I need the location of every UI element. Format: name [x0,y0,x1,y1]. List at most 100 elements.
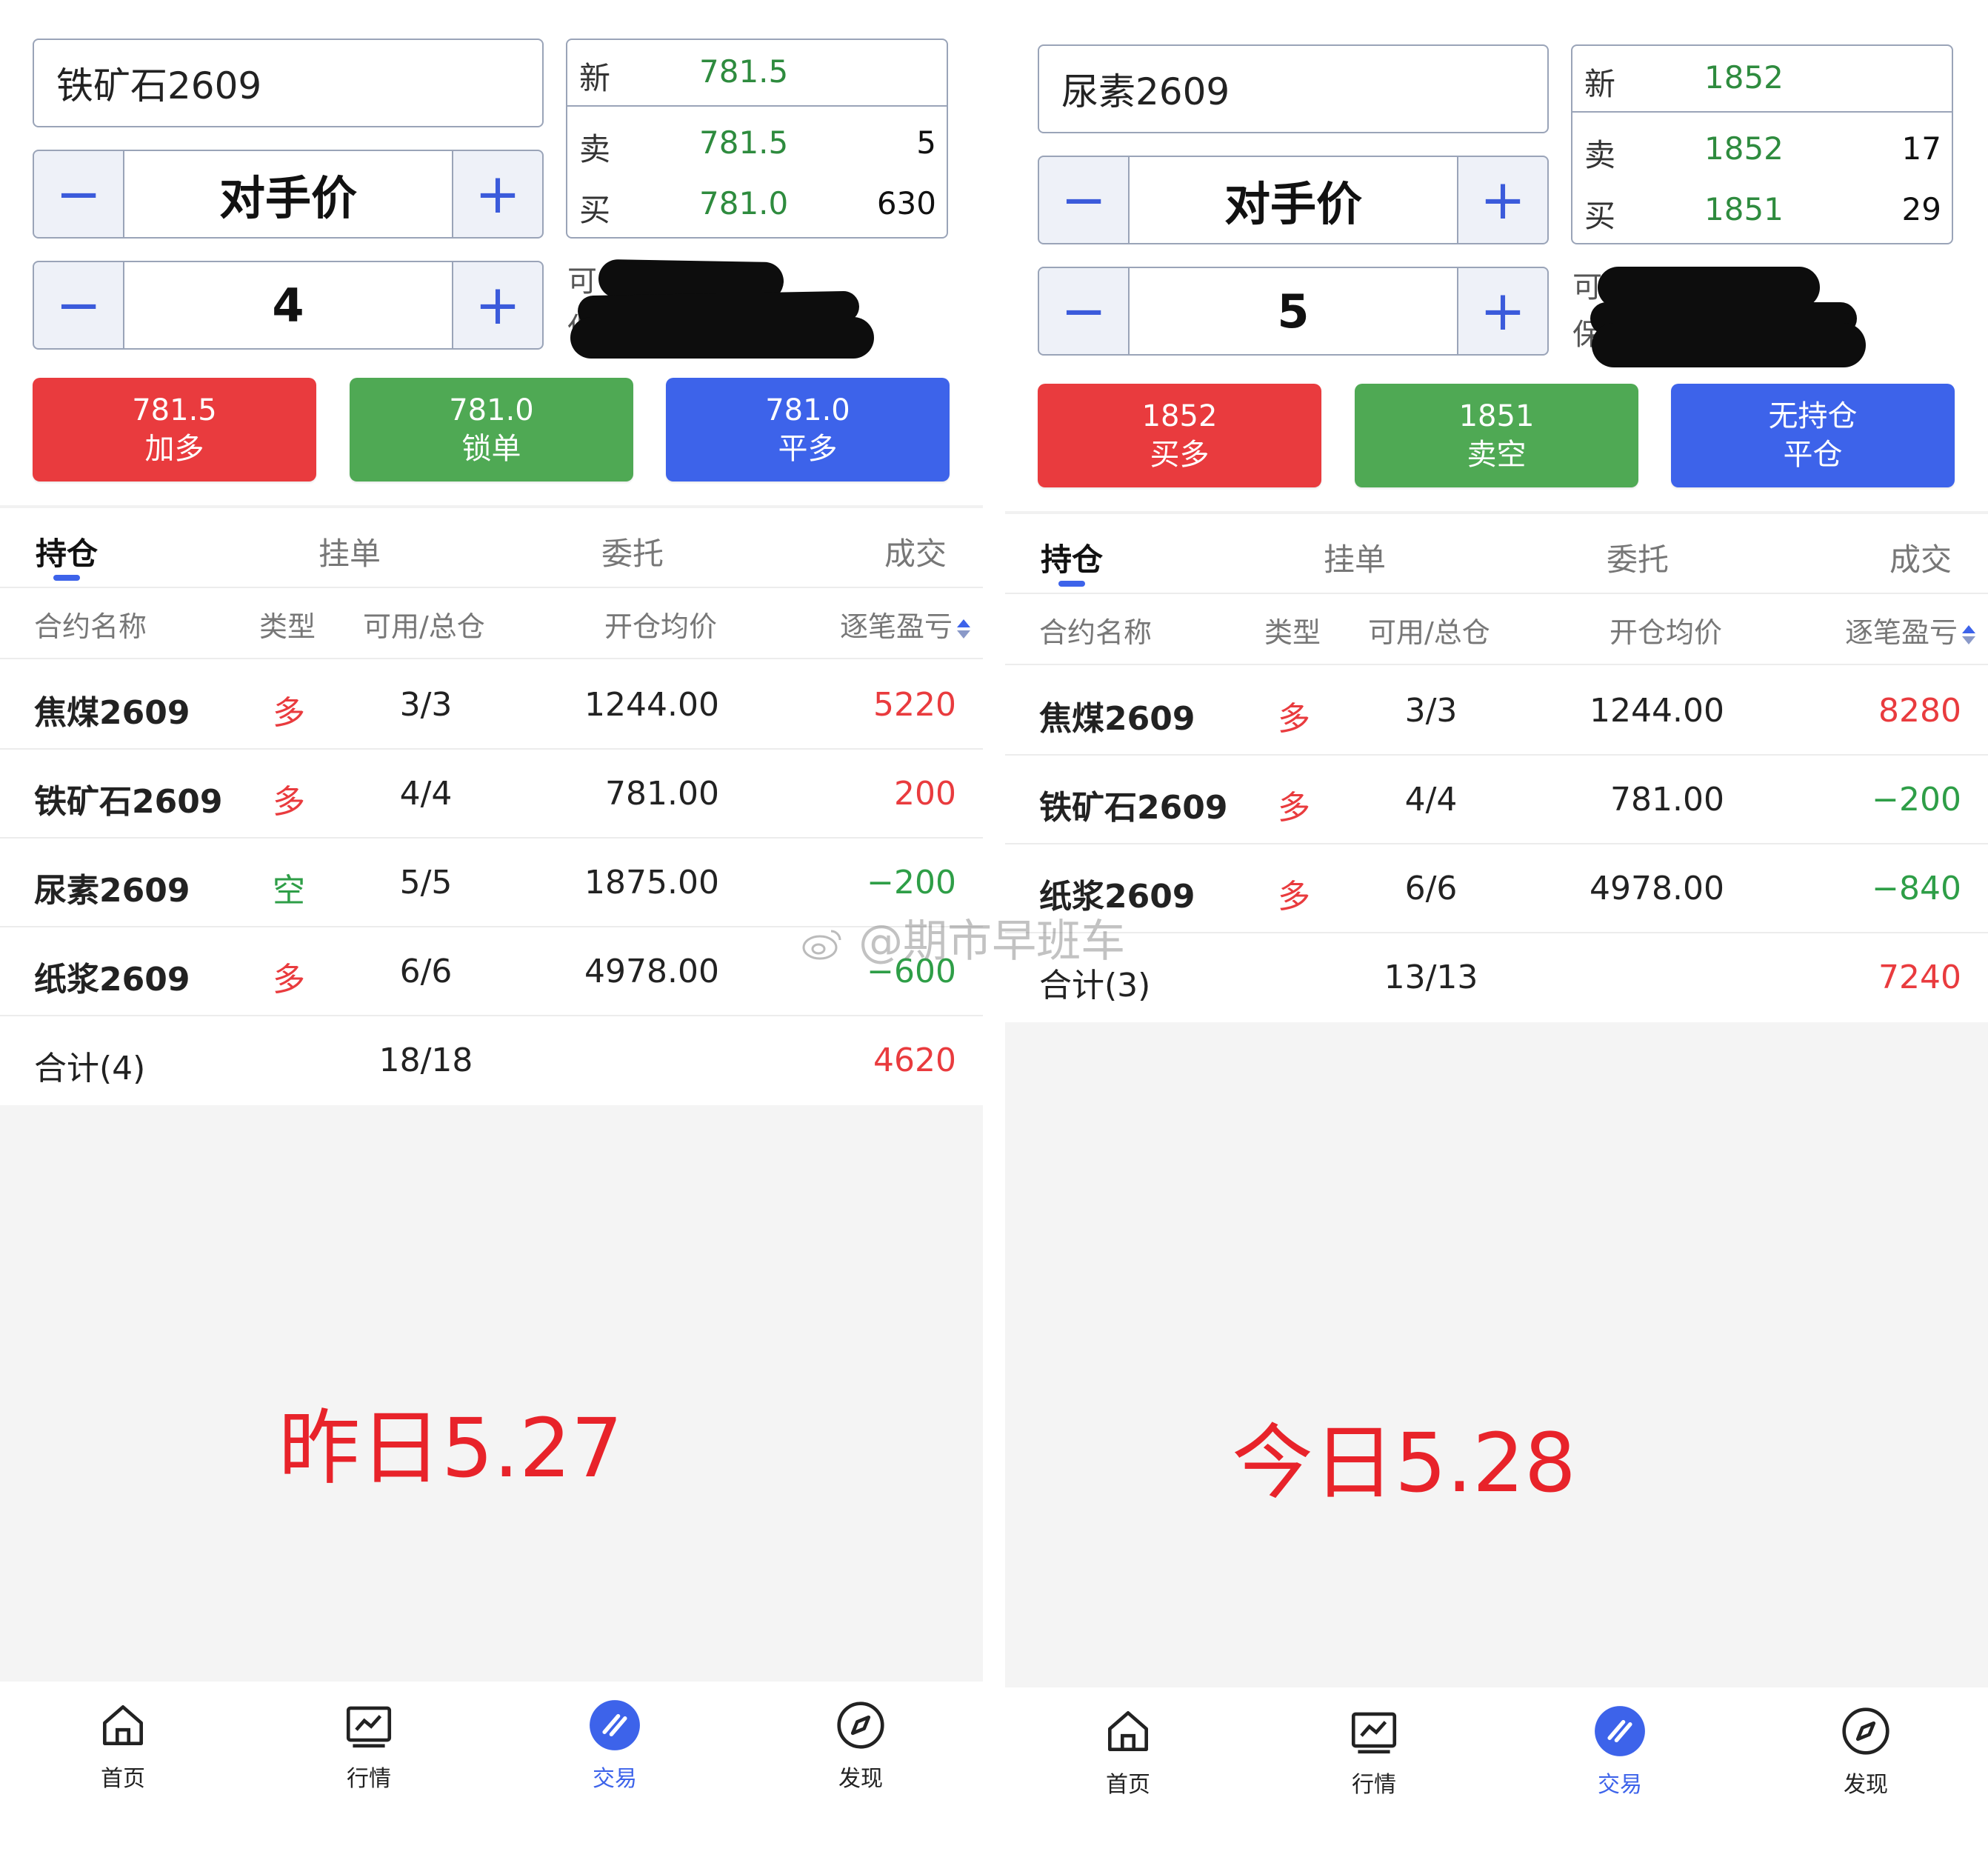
section-divider [1005,511,1988,514]
bid-label: 买 [579,192,611,228]
tabs-divider [0,587,983,588]
row-type: 多 [273,961,305,999]
bid-volume: 29 [1901,191,1941,227]
close-position-label: 平仓 [1783,438,1843,472]
close-long-button[interactable]: 781.0 平多 [666,378,950,481]
table-row[interactable]: 铁矿石2609 多 4/4 781.00 −200 [1005,754,1988,843]
active-tab-indicator [1058,581,1085,587]
nav-market[interactable]: 行情 [310,1698,428,1793]
nav-trade-label: 交易 [1598,1772,1642,1798]
add-long-button[interactable]: 781.5 加多 [33,378,316,481]
row-qty: 3/3 [399,686,453,724]
total-row: 合计(4) 18/18 4620 [0,1015,983,1104]
total-row: 合计(3) 13/13 7240 [1005,932,1988,1021]
row-qty: 5/5 [399,864,453,901]
qty-minus-button[interactable]: − [34,262,123,348]
col-type-header: 类型 [259,610,316,643]
tab-pending[interactable]: 挂单 [1324,535,1386,580]
last-price: 781.5 [699,53,789,90]
qty-plus-button[interactable]: + [453,262,542,348]
row-avg: 781.00 [1610,781,1724,819]
price-plus-button[interactable]: + [1458,157,1547,243]
row-name: 焦煤2609 [34,694,190,732]
sell-short-button[interactable]: 1851 卖空 [1355,384,1638,487]
last-label: 新 [579,60,611,96]
nav-home-label: 首页 [101,1766,145,1792]
nav-trade[interactable]: 交易 [556,1698,674,1793]
nav-trade-label: 交易 [593,1766,637,1792]
row-qty: 3/3 [1404,692,1458,730]
tab-pending[interactable]: 挂单 [318,529,381,574]
chart-icon [346,1706,392,1748]
price-plus-button[interactable]: + [453,151,542,237]
sell-short-price: 1851 [1458,399,1535,433]
nav-discover[interactable]: 发现 [1807,1704,1925,1799]
buy-long-price: 1852 [1141,399,1218,433]
nav-discover-label: 发现 [1844,1772,1888,1798]
table-row[interactable]: 焦煤2609 多 3/3 1244.00 8280 [1005,665,1988,754]
col-pnl-header-label: 逐笔盈亏 [1845,616,1958,649]
row-name: 纸浆2609 [34,961,190,999]
qty-minus-button[interactable]: − [1039,268,1128,354]
row-type: 多 [273,783,305,821]
ask-label: 卖 [1584,137,1616,173]
date-annotation: 今日5.28 [1232,1416,1576,1510]
tab-positions[interactable]: 持仓 [36,529,98,574]
row-avg: 781.00 [605,775,719,813]
row-type: 多 [273,694,305,732]
col-name-header: 合约名称 [34,610,147,643]
symbol-text: 铁矿石2609 [56,64,262,107]
col-pnl-header[interactable]: 逐笔盈亏 [1845,610,1976,650]
nav-discover-label: 发现 [838,1766,883,1792]
last-price: 1852 [1704,59,1784,96]
tab-orders[interactable]: 委托 [1607,535,1669,580]
symbol-field[interactable]: 尿素2609 [1038,44,1549,133]
total-qty: 13/13 [1384,959,1478,996]
nav-trade[interactable]: 交易 [1561,1704,1679,1799]
price-mode-value[interactable]: 对手价 [1128,157,1458,243]
quantity-value[interactable]: 4 [123,262,453,348]
tab-positions[interactable]: 持仓 [1041,535,1103,580]
price-minus-button[interactable]: − [1039,157,1128,243]
buy-long-label: 买多 [1150,438,1210,472]
chart-icon [1351,1712,1397,1754]
right-screenshot: 尿素2609 − 对手价 + − 5 + 新 1852 卖 1852 17 买 … [1005,0,1988,1863]
tab-orders[interactable]: 委托 [601,529,664,574]
lock-button[interactable]: 781.0 锁单 [350,378,633,481]
home-icon [103,1705,143,1745]
bid-price: 781.0 [699,185,789,221]
row-avg: 1875.00 [584,864,719,901]
symbol-text: 尿素2609 [1061,70,1230,113]
total-pnl: 4620 [873,1042,956,1079]
row-pnl: 8280 [1878,692,1961,730]
quote-divider [567,105,947,107]
price-minus-button[interactable]: − [34,151,123,237]
section-divider [0,505,983,508]
symbol-field[interactable]: 铁矿石2609 [33,39,544,127]
tab-trades[interactable]: 成交 [884,529,947,574]
row-qty: 4/4 [1404,781,1458,819]
nav-home[interactable]: 首页 [64,1698,182,1793]
nav-discover[interactable]: 发现 [801,1698,920,1793]
tabs-divider [1005,593,1988,594]
quantity-value[interactable]: 5 [1128,268,1458,354]
row-avg: 4978.00 [584,953,719,990]
lock-label: 锁单 [461,432,521,466]
qty-plus-button[interactable]: + [1458,268,1547,354]
table-row[interactable]: 铁矿石2609 多 4/4 781.00 200 [0,748,983,837]
row-pnl: −200 [867,864,956,901]
table-row[interactable]: 焦煤2609 多 3/3 1244.00 5220 [0,659,983,748]
last-label: 新 [1584,66,1616,102]
nav-market[interactable]: 行情 [1315,1704,1433,1799]
close-position-button[interactable]: 无持仓 平仓 [1671,384,1955,487]
total-label: 合计(4) [34,1050,146,1087]
buy-long-button[interactable]: 1852 买多 [1038,384,1321,487]
price-mode-value[interactable]: 对手价 [123,151,453,237]
col-avg-header: 开仓均价 [604,610,718,643]
tab-trades[interactable]: 成交 [1889,535,1952,580]
col-pnl-header[interactable]: 逐笔盈亏 [840,604,971,644]
table-row[interactable]: 纸浆2609 多 6/6 4978.00 −840 [1005,843,1988,932]
nav-home[interactable]: 首页 [1069,1704,1187,1799]
minus-icon: − [1060,279,1107,343]
quantity-stepper: − 5 + [1038,267,1549,356]
